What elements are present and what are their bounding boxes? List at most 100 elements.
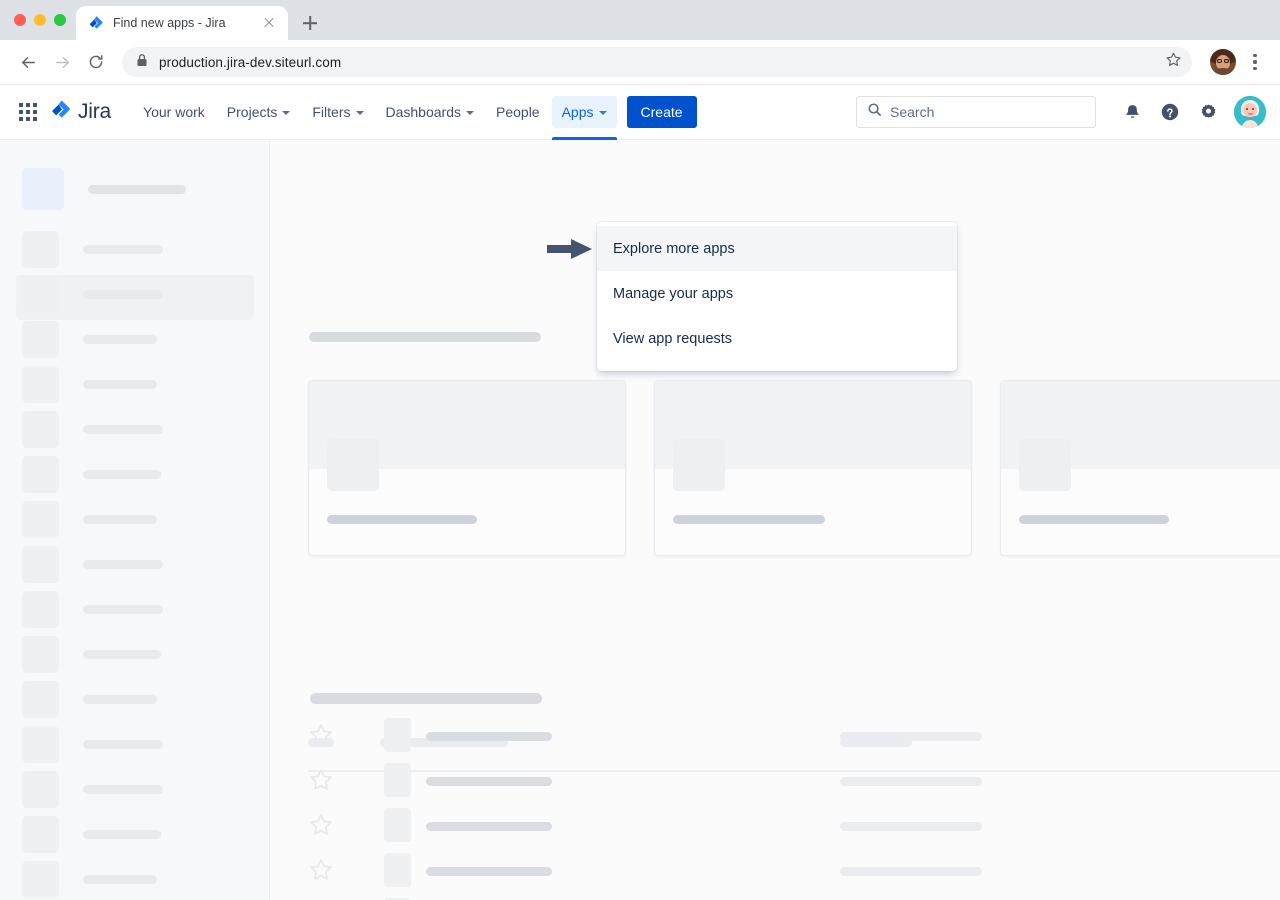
sidebar-item-skeleton[interactable] (22, 459, 161, 489)
app-list-row[interactable] (270, 808, 1280, 848)
sidebar-item-label-skeleton (83, 245, 163, 254)
sidebar-item-skeleton[interactable] (22, 819, 161, 849)
nav-label: Dashboards (386, 104, 462, 120)
search-icon (867, 102, 882, 122)
card-title-skeleton (327, 515, 477, 524)
nav-label: Your work (143, 104, 205, 120)
sidebar-item-label-skeleton (83, 875, 157, 884)
star-outline-icon[interactable] (308, 722, 334, 753)
sidebar-item-skeleton[interactable] (22, 504, 157, 534)
sidebar-item-icon-skeleton (22, 546, 59, 583)
window-maximize-button[interactable] (54, 14, 66, 26)
sidebar-item-icon-skeleton (22, 771, 59, 808)
nav-item-filters[interactable]: Filters (302, 96, 373, 128)
app-list-row[interactable] (270, 718, 1280, 758)
sidebar-item-label-skeleton (83, 290, 163, 299)
menu-item-label: Explore more apps (613, 241, 735, 257)
address-bar-url: production.jira-dev.siteurl.com (159, 55, 341, 70)
sidebar-item-skeleton[interactable] (22, 639, 161, 669)
app-name-skeleton (426, 732, 552, 741)
search-placeholder: Search (890, 104, 934, 120)
sidebar-item-icon-skeleton (22, 321, 59, 358)
app-switcher-grid-icon[interactable] (14, 98, 42, 126)
app-card[interactable] (308, 380, 626, 556)
address-bar[interactable]: production.jira-dev.siteurl.com (122, 47, 1192, 77)
nav-label: Projects (227, 104, 278, 120)
jira-logo-icon (50, 99, 72, 126)
bell-icon[interactable] (1116, 96, 1148, 128)
kebab-menu-icon[interactable] (1242, 49, 1268, 75)
star-outline-icon[interactable] (308, 857, 334, 888)
chevron-down-icon (599, 111, 607, 115)
browser-window: Find new apps - Jira (0, 0, 1280, 900)
user-avatar[interactable] (1234, 96, 1266, 128)
new-tab-button[interactable] (296, 9, 324, 37)
sidebar-item-icon-skeleton (22, 501, 59, 538)
sidebar-project-name-skeleton (88, 185, 186, 194)
app-list-row[interactable] (270, 853, 1280, 893)
star-outline-icon[interactable] (308, 767, 334, 798)
star-outline-icon[interactable] (308, 812, 334, 843)
nav-label: Filters (312, 104, 350, 120)
search-input[interactable]: Search (856, 96, 1096, 128)
lock-icon (136, 53, 148, 72)
app-icon-skeleton (384, 808, 411, 842)
nav-item-apps[interactable]: Apps (552, 96, 617, 128)
close-icon[interactable] (260, 14, 278, 32)
sidebar-header-skeleton (22, 168, 186, 210)
sidebar-item-icon-skeleton (22, 726, 59, 763)
sidebar-item-skeleton[interactable] (22, 594, 163, 624)
jira-logo[interactable]: Jira (50, 99, 111, 126)
nav-item-people[interactable]: People (486, 96, 550, 128)
sidebar-item-skeleton[interactable] (22, 549, 163, 579)
sidebar-item-icon-skeleton (22, 681, 59, 718)
browser-profile-avatar[interactable] (1210, 49, 1236, 75)
jira-brand-text: Jira (78, 100, 111, 124)
sidebar-item-label-skeleton (83, 830, 161, 839)
chevron-down-icon (282, 111, 290, 115)
back-arrow-icon[interactable] (12, 46, 44, 78)
menu-item-label: View app requests (613, 331, 732, 347)
card-title-skeleton (1019, 515, 1169, 524)
menu-item-explore-more-apps[interactable]: Explore more apps (597, 226, 957, 271)
card-app-icon-skeleton (327, 439, 379, 491)
sidebar-item-skeleton[interactable] (22, 369, 157, 399)
nav-item-projects[interactable]: Projects (217, 96, 301, 128)
sidebar-item-icon-skeleton (22, 816, 59, 853)
create-button[interactable]: Create (627, 96, 697, 128)
jira-app: Jira Your work Projects Filters Dashboar… (0, 85, 1280, 900)
app-icon-skeleton (384, 763, 411, 797)
sidebar-item-skeleton[interactable] (22, 864, 157, 894)
sidebar-item-skeleton[interactable] (22, 774, 163, 804)
sidebar-item-label-skeleton (83, 740, 163, 749)
gear-icon[interactable] (1192, 96, 1224, 128)
sidebar-item-skeleton[interactable] (22, 324, 157, 354)
sidebar-item-icon-skeleton (22, 276, 59, 313)
sidebar-item-skeleton[interactable] (22, 729, 163, 759)
sidebar-item-label-skeleton (83, 335, 157, 344)
nav-item-your-work[interactable]: Your work (133, 96, 215, 128)
window-close-button[interactable] (14, 14, 26, 26)
app-card[interactable] (1000, 380, 1280, 556)
sidebar-item-skeleton[interactable] (22, 414, 163, 444)
menu-item-manage-your-apps[interactable]: Manage your apps (597, 271, 957, 316)
browser-tab-active[interactable]: Find new apps - Jira (76, 6, 288, 40)
bookmark-star-icon[interactable] (1165, 51, 1182, 73)
sidebar-item-label-skeleton (83, 785, 163, 794)
sidebar-item-skeleton[interactable] (22, 234, 163, 264)
sidebar-item-label-skeleton (83, 425, 163, 434)
nav-label: People (496, 104, 540, 120)
app-list-row[interactable] (270, 763, 1280, 803)
card-app-icon-skeleton (1019, 439, 1071, 491)
card-app-icon-skeleton (673, 439, 725, 491)
reload-icon[interactable] (80, 46, 112, 78)
sidebar-item-skeleton[interactable] (22, 684, 157, 714)
nav-item-dashboards[interactable]: Dashboards (376, 96, 485, 128)
app-card[interactable] (654, 380, 972, 556)
help-circle-icon[interactable] (1154, 96, 1186, 128)
sidebar-item-skeleton[interactable] (22, 279, 163, 309)
chevron-down-icon (466, 111, 474, 115)
section-heading-skeleton (310, 693, 542, 704)
window-minimize-button[interactable] (34, 14, 46, 26)
menu-item-view-app-requests[interactable]: View app requests (597, 316, 957, 361)
